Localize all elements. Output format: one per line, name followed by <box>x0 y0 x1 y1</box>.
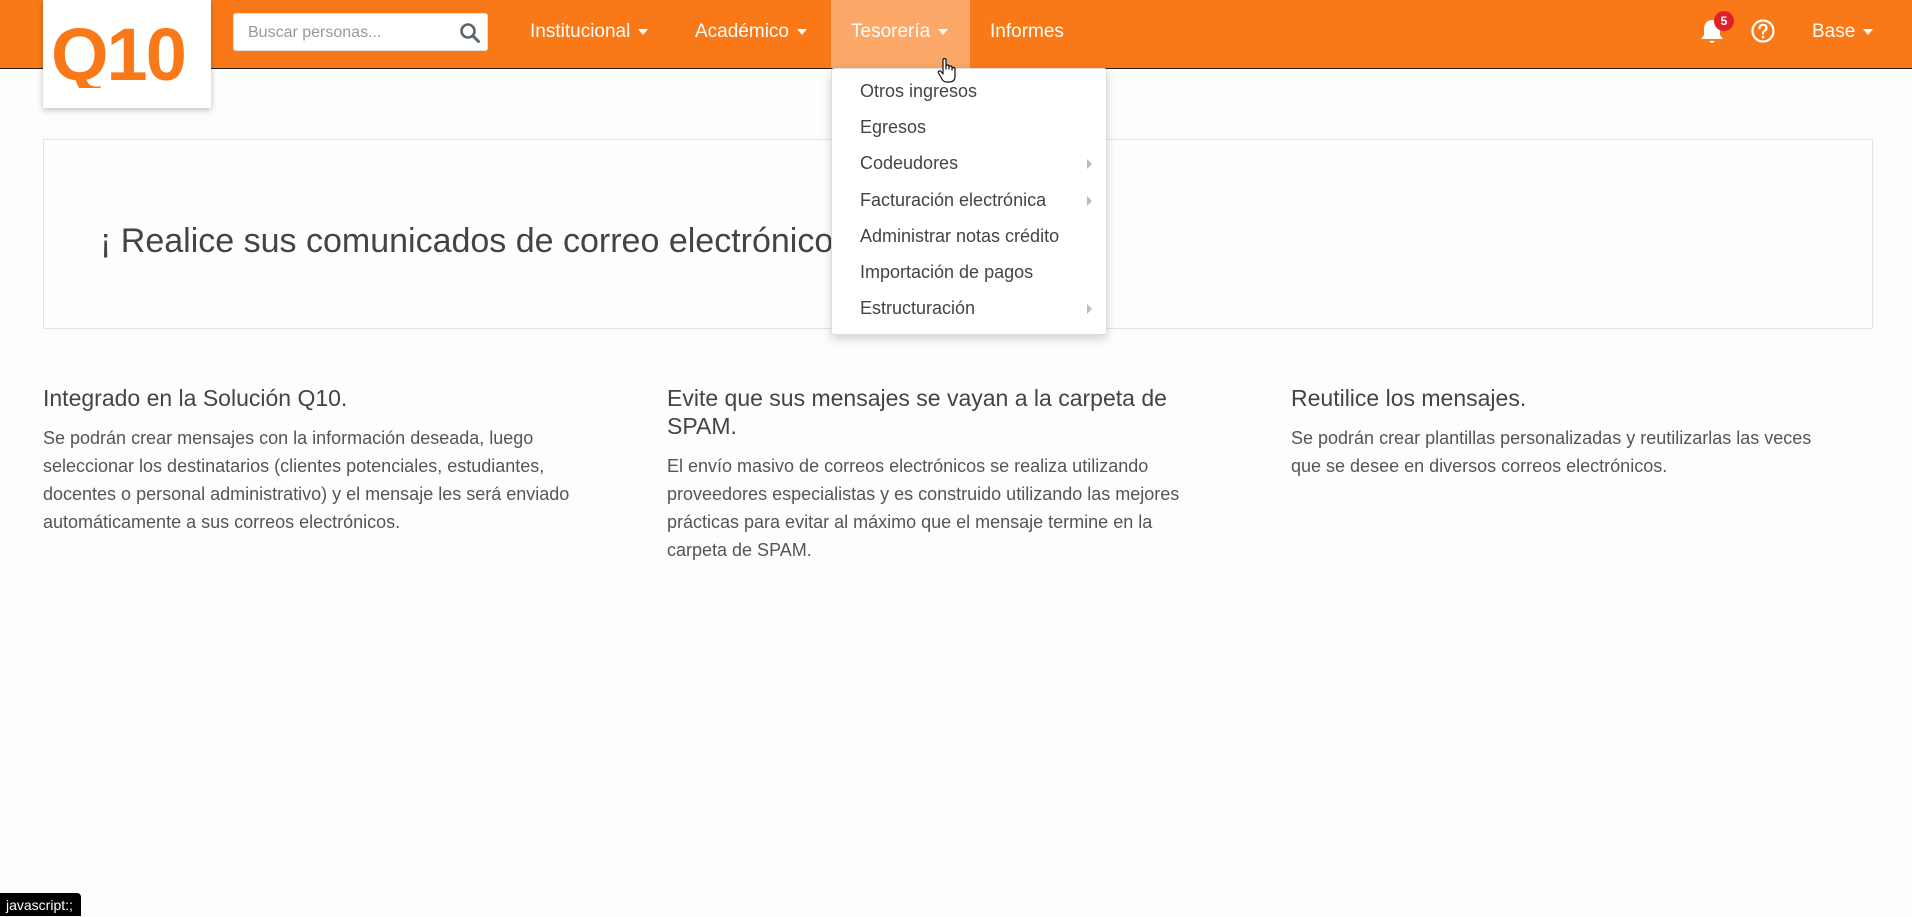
menu-item-egresos[interactable]: Egresos <box>832 109 1106 145</box>
nav-academico-label: Académico <box>695 21 789 42</box>
menu-item-label: Administrar notas crédito <box>860 226 1060 246</box>
feature-title: Integrado en la Solución Q10. <box>43 385 348 411</box>
menu-item-estructuracion[interactable]: Estructuración <box>832 290 1106 326</box>
menu-item-label: Otros ingresos <box>860 81 978 101</box>
nav-academico[interactable]: Académico <box>675 0 827 68</box>
feature-title: Evite que sus mensajes se vayan a la car… <box>667 384 1242 440</box>
feature-line: seleccionar los destinatarios (clientes … <box>43 456 545 476</box>
feature-description: Se podrán crear plantillas personalizada… <box>1291 424 1866 480</box>
feature-line: El envío masivo de correos electrónicos … <box>667 456 1149 476</box>
submenu-arrow-icon <box>1087 159 1092 169</box>
feature-line: automáticamente a sus correos electrónic… <box>43 512 401 532</box>
nav-institucional[interactable]: Institucional <box>510 0 668 68</box>
feature-description: El envío masivo de correos electrónicos … <box>667 452 1242 564</box>
feature-integrado: Integrado en la Solución Q10. Se podrán … <box>43 384 618 536</box>
feature-line: prácticas para evitar al máximo que el m… <box>667 512 1153 532</box>
feature-title-line: Evite que sus mensajes se vayan a la car… <box>667 385 1167 411</box>
notification-badge: 5 <box>1714 11 1734 31</box>
help-icon[interactable] <box>1750 18 1776 49</box>
base-menu[interactable]: Base <box>1792 0 1893 68</box>
feature-line: que se desee en diversos correos electró… <box>1291 456 1668 476</box>
feature-reutilice: Reutilice los mensajes. Se podrán crear … <box>1291 384 1866 480</box>
tesoreria-dropdown-menu: Otros ingresos Egresos Codeudores Factur… <box>831 68 1107 335</box>
feature-line: Se podrán crear plantillas personalizada… <box>1291 428 1812 448</box>
banner-heading: ¡ Realice sus comunicados de correo elec… <box>100 222 860 260</box>
menu-item-administrar-notas-credito[interactable]: Administrar notas crédito <box>832 218 1106 254</box>
caret-down-icon <box>638 28 649 35</box>
nav-tesoreria-label: Tesorería <box>851 21 931 42</box>
menu-item-importacion-de-pagos[interactable]: Importación de pagos <box>832 254 1106 290</box>
logo[interactable]: Q10 <box>43 0 211 108</box>
feature-line: carpeta de SPAM. <box>667 540 812 560</box>
nav-institucional-label: Institucional <box>530 21 631 42</box>
status-bar-url: javascript:; <box>0 893 81 916</box>
menu-item-label: Estructuración <box>860 298 976 318</box>
feature-title-line: SPAM. <box>667 413 737 439</box>
menu-item-label: Importación de pagos <box>860 262 1034 282</box>
q10-logo-icon: Q10 <box>51 18 187 88</box>
hand-pointer-cursor-icon <box>937 57 957 89</box>
menu-item-codeudores[interactable]: Codeudores <box>832 145 1106 181</box>
feature-line: docentes o personal administrativo) y el… <box>43 484 570 504</box>
menu-item-label: Facturación electrónica <box>860 190 1047 210</box>
search-box <box>233 13 488 52</box>
menu-item-facturacion-electronica[interactable]: Facturación electrónica <box>832 182 1106 218</box>
nav-informes[interactable]: Informes <box>970 0 1084 68</box>
feature-line: Se podrán crear mensajes con la informac… <box>43 428 534 448</box>
logo-text: Q10 <box>51 18 185 88</box>
caret-down-icon <box>1863 28 1874 35</box>
feature-spam: Evite que sus mensajes se vayan a la car… <box>667 384 1242 564</box>
submenu-arrow-icon <box>1087 304 1092 314</box>
nav-informes-label: Informes <box>990 21 1064 42</box>
feature-line: proveedores especialistas y es construid… <box>667 484 1180 504</box>
caret-down-icon <box>797 28 807 35</box>
menu-item-otros-ingresos[interactable]: Otros ingresos <box>832 73 1106 109</box>
feature-title: Reutilice los mensajes. <box>1291 385 1527 411</box>
search-input[interactable] <box>246 14 450 52</box>
menu-item-label: Codeudores <box>860 153 959 173</box>
search-icon[interactable] <box>459 22 481 49</box>
menu-item-label: Egresos <box>860 117 927 137</box>
submenu-arrow-icon <box>1087 196 1092 206</box>
base-menu-label: Base <box>1812 21 1856 42</box>
caret-down-icon <box>938 28 949 35</box>
feature-description: Se podrán crear mensajes con la informac… <box>43 424 618 536</box>
